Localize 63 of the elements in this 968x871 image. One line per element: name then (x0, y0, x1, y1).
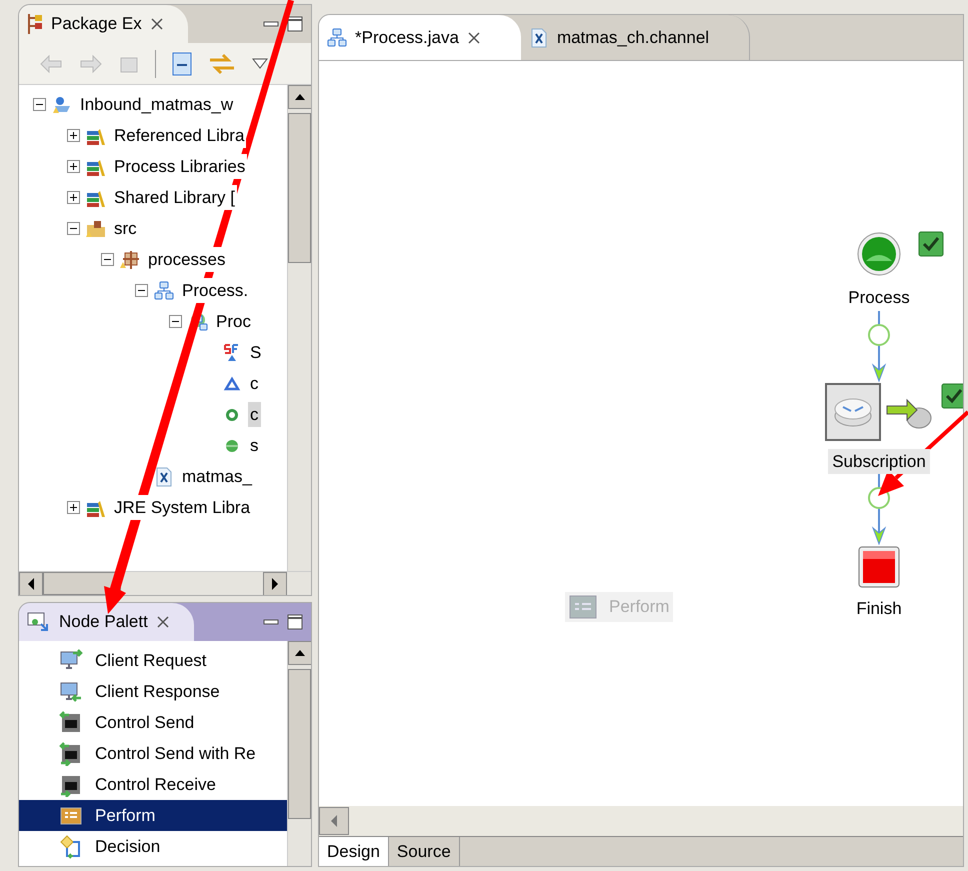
connector[interactable] (867, 474, 891, 546)
tree-item[interactable]: Process Libraries (112, 154, 248, 180)
router-icon[interactable] (825, 382, 881, 440)
hierarchy-icon (27, 14, 43, 34)
collapse-toggle[interactable] (33, 98, 46, 111)
port-icon (59, 710, 83, 734)
palette-item[interactable]: Perform (19, 800, 287, 831)
collapse-toggle[interactable] (101, 253, 114, 266)
scroll-thumb[interactable] (288, 113, 311, 263)
process-icon (154, 280, 174, 300)
package-icon (120, 250, 140, 270)
collapse-toggle[interactable] (135, 284, 148, 297)
collapse-all-icon[interactable] (172, 52, 192, 76)
tree-item[interactable]: processes (146, 246, 228, 272)
tree-item[interactable]: c (248, 402, 260, 428)
close-icon[interactable] (150, 17, 164, 31)
tree-item[interactable]: Shared Library [ (112, 184, 237, 210)
perform-icon (569, 594, 597, 619)
port-icon (59, 742, 83, 766)
project-icon (52, 94, 72, 114)
editor-mode-tab[interactable]: Design (319, 837, 389, 866)
palette-item[interactable]: Control Send (19, 707, 287, 738)
monitor-icon (59, 680, 83, 704)
vertical-scrollbar[interactable] (287, 85, 311, 571)
palette-item[interactable]: Client Response (19, 676, 287, 707)
palette-item[interactable]: Control Receive (19, 769, 287, 800)
editor-tab[interactable]: *Process.java (319, 15, 521, 60)
expand-toggle[interactable] (67, 129, 80, 142)
view-tab[interactable]: Package Ex (19, 5, 188, 43)
close-icon[interactable] (156, 615, 170, 629)
process-icon (327, 28, 347, 48)
scroll-left-icon[interactable] (19, 572, 43, 595)
collapse-toggle[interactable] (169, 315, 182, 328)
view-menu-icon[interactable] (252, 58, 268, 70)
expand-toggle[interactable] (67, 160, 80, 173)
scroll-right-icon[interactable] (263, 572, 287, 595)
decision-icon (59, 834, 83, 858)
palette-item[interactable]: Client Request (19, 645, 287, 676)
collapse-toggle[interactable] (67, 222, 80, 235)
horizontal-scrollbar[interactable] (319, 806, 963, 836)
maximize-icon[interactable] (287, 614, 303, 630)
palette-icon (27, 612, 51, 632)
scroll-thumb[interactable] (288, 669, 311, 819)
tree-item[interactable]: JRE System Libra (112, 494, 252, 520)
close-icon[interactable] (466, 30, 481, 44)
connector[interactable] (867, 310, 891, 382)
node-label: Subscription (828, 448, 930, 474)
dragged-node: Perform (565, 592, 674, 622)
start-node-icon[interactable] (856, 231, 902, 277)
file-icon (528, 28, 549, 48)
vertical-scrollbar[interactable] (287, 641, 311, 866)
scroll-up-icon[interactable] (288, 85, 311, 109)
horizontal-scrollbar[interactable] (19, 571, 311, 595)
view-tab[interactable]: Node Palett (19, 603, 194, 641)
scroll-up-icon[interactable] (288, 641, 311, 665)
palette-item[interactable]: Decision (19, 831, 287, 862)
palette-item[interactable]: Control Send with Re (19, 738, 287, 769)
maximize-icon[interactable] (287, 16, 303, 32)
folder-icon (86, 218, 106, 238)
file-icon (154, 466, 174, 486)
expand-toggle[interactable] (67, 501, 80, 514)
finish-node-icon[interactable] (858, 546, 900, 588)
expand-toggle[interactable] (67, 191, 80, 204)
